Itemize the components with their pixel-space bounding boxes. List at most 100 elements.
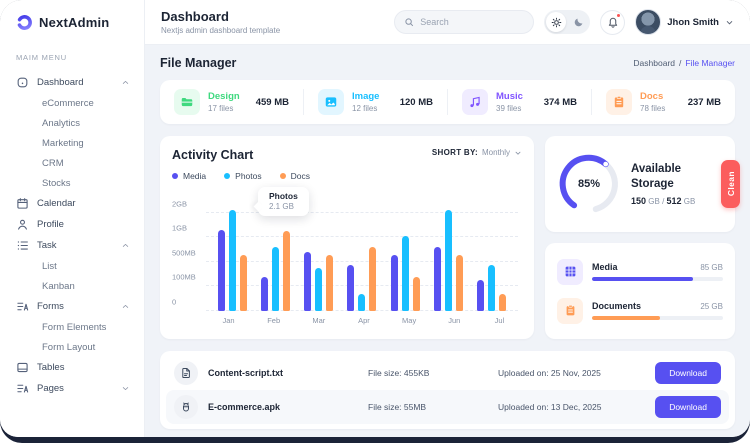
app-subtitle: Nextjs admin dashboard template (161, 26, 281, 35)
bar-group-may (390, 203, 420, 311)
bar-docs-mar[interactable] (326, 254, 334, 311)
menu-section-label: MAIM MENU (16, 53, 67, 62)
logo[interactable]: NextAdmin (16, 14, 130, 31)
stat-design[interactable]: Design 17 files 459 MB (160, 89, 303, 115)
image-icon (318, 89, 344, 115)
user-name: Jhon Smith (667, 16, 719, 28)
stat-files: 39 files (496, 104, 522, 113)
bar-photos-apr[interactable] (358, 293, 366, 311)
storage-title: Available Storage (631, 163, 682, 190)
user-menu[interactable]: Jhon Smith (635, 9, 734, 35)
bar-media-jun[interactable] (433, 247, 441, 311)
stat-image[interactable]: Image 12 files 120 MB (303, 89, 447, 115)
bar-group-jan (218, 203, 247, 311)
tooltip-value: 2.1 GB (269, 202, 294, 211)
bar-photos-mar[interactable] (315, 268, 323, 311)
clean-button[interactable]: Clean (721, 160, 740, 208)
bar-group-feb (261, 203, 291, 311)
bar-chart-plot: Photos 2.1 GB 0 100MB 500MB 1GB 2GB (172, 187, 518, 311)
bar-photos-jul[interactable] (487, 264, 495, 311)
chart-x-axis: Jan Feb Mar Apr May Jun Jul (172, 316, 522, 325)
bar-docs-feb[interactable] (283, 231, 291, 311)
bar-media-jan[interactable] (218, 229, 225, 311)
topbar: Dashboard Nextjs admin dashboard templat… (145, 0, 750, 45)
usage-progress-track (592, 316, 723, 320)
sidebar-subitem-stocks[interactable]: Stocks (16, 173, 130, 193)
file-row: Content-script.txt File size: 455KB Upload… (166, 356, 729, 390)
breadcrumb-separator: / (679, 58, 682, 68)
bar-photos-feb[interactable] (272, 247, 280, 311)
bar-docs-jan[interactable] (240, 254, 247, 311)
bar-media-mar[interactable] (304, 252, 312, 311)
search-input[interactable] (420, 17, 525, 27)
legend-item-docs[interactable]: Docs (279, 171, 310, 181)
stat-size: 237 MB (687, 96, 721, 108)
bar-photos-jun[interactable] (444, 210, 452, 311)
bar-docs-apr[interactable] (369, 247, 377, 311)
sidebar-item-task[interactable]: Task (16, 235, 130, 256)
stat-docs[interactable]: Docs 78 files 237 MB (591, 89, 735, 115)
legend-item-media[interactable]: Media (172, 171, 206, 181)
y-axis-tick: 100MB (172, 272, 196, 282)
search-box[interactable] (394, 10, 535, 34)
sidebar-item-label: Calendar (37, 198, 76, 209)
breadcrumb-home[interactable]: Dashboard (633, 58, 675, 68)
sort-by-dropdown[interactable]: SHORT BY: Monthly (432, 148, 522, 157)
sidebar-subitem-form-elements[interactable]: Form Elements (16, 317, 130, 337)
file-row: E-commerce.apk File size: 55MB Uploaded on… (166, 390, 729, 424)
bar-docs-jul[interactable] (498, 293, 506, 311)
download-button[interactable]: Download (655, 396, 721, 418)
bar-docs-jun[interactable] (455, 254, 463, 311)
sidebar-item-forms[interactable]: Forms (16, 296, 130, 317)
sun-icon (551, 17, 562, 27)
avatar (635, 9, 662, 35)
page-title: File Manager (160, 56, 237, 70)
tables-icon (16, 361, 29, 374)
dark-mode-button[interactable] (568, 12, 588, 32)
stat-files: 17 files (208, 104, 234, 113)
file-size: File size: 55MB (368, 402, 427, 412)
sidebar-subitem-marketing[interactable]: Marketing (16, 133, 130, 153)
moon-icon (574, 18, 583, 26)
notifications-button[interactable] (600, 9, 626, 35)
y-axis-tick: 2GB (172, 199, 188, 209)
sidebar-item-tables[interactable]: Tables (16, 357, 130, 378)
bar-media-jul[interactable] (476, 280, 484, 311)
sidebar-item-pages[interactable]: Pages (16, 378, 130, 399)
stat-files: 78 files (640, 104, 666, 113)
sidebar-subitem-kanban[interactable]: Kanban (16, 276, 130, 296)
stat-music[interactable]: Music 39 files 374 MB (447, 89, 591, 115)
bar-photos-may[interactable] (401, 236, 409, 311)
sidebar-item-calendar[interactable]: Calendar (16, 193, 130, 214)
android-icon (174, 395, 198, 419)
sidebar-item-profile[interactable]: Profile (16, 214, 130, 235)
light-mode-button[interactable] (546, 12, 567, 32)
stat-size: 459 MB (255, 96, 289, 108)
sidebar-subitem-list[interactable]: List (16, 256, 130, 276)
bar-group-jun (433, 203, 463, 311)
bar-media-feb[interactable] (261, 277, 269, 311)
sidebar-subitem-ecommerce[interactable]: eCommerce (16, 93, 130, 113)
sidebar-subitem-crm[interactable]: CRM (16, 153, 130, 173)
x-axis-label: Feb (267, 316, 281, 325)
sidebar-subitem-analytics[interactable]: Analytics (16, 113, 130, 133)
sidebar-subitem-form-layout[interactable]: Form Layout (16, 337, 130, 357)
bar-media-may[interactable] (390, 254, 398, 311)
search-icon (405, 18, 414, 27)
bar-media-apr[interactable] (347, 264, 355, 311)
theme-toggle[interactable] (544, 10, 591, 34)
bar-photos-jan[interactable] (229, 210, 236, 311)
dashboard-icon (16, 76, 29, 89)
usage-value: 25 GB (700, 302, 723, 311)
docs-icon (606, 89, 632, 115)
download-button[interactable]: Download (655, 362, 721, 384)
sidebar-item-dashboard[interactable]: Dashboard (16, 72, 130, 93)
legend-item-photos[interactable]: Photos (224, 171, 262, 181)
chart-tooltip: Photos 2.1 GB (253, 187, 309, 216)
storage-gauge: 85% (557, 152, 621, 216)
bar-docs-may[interactable] (412, 277, 420, 311)
forms-icon (16, 300, 29, 313)
file-name: Content-script.txt (208, 368, 283, 378)
chevron-down-icon (514, 149, 522, 157)
stat-name: Docs (640, 91, 664, 102)
